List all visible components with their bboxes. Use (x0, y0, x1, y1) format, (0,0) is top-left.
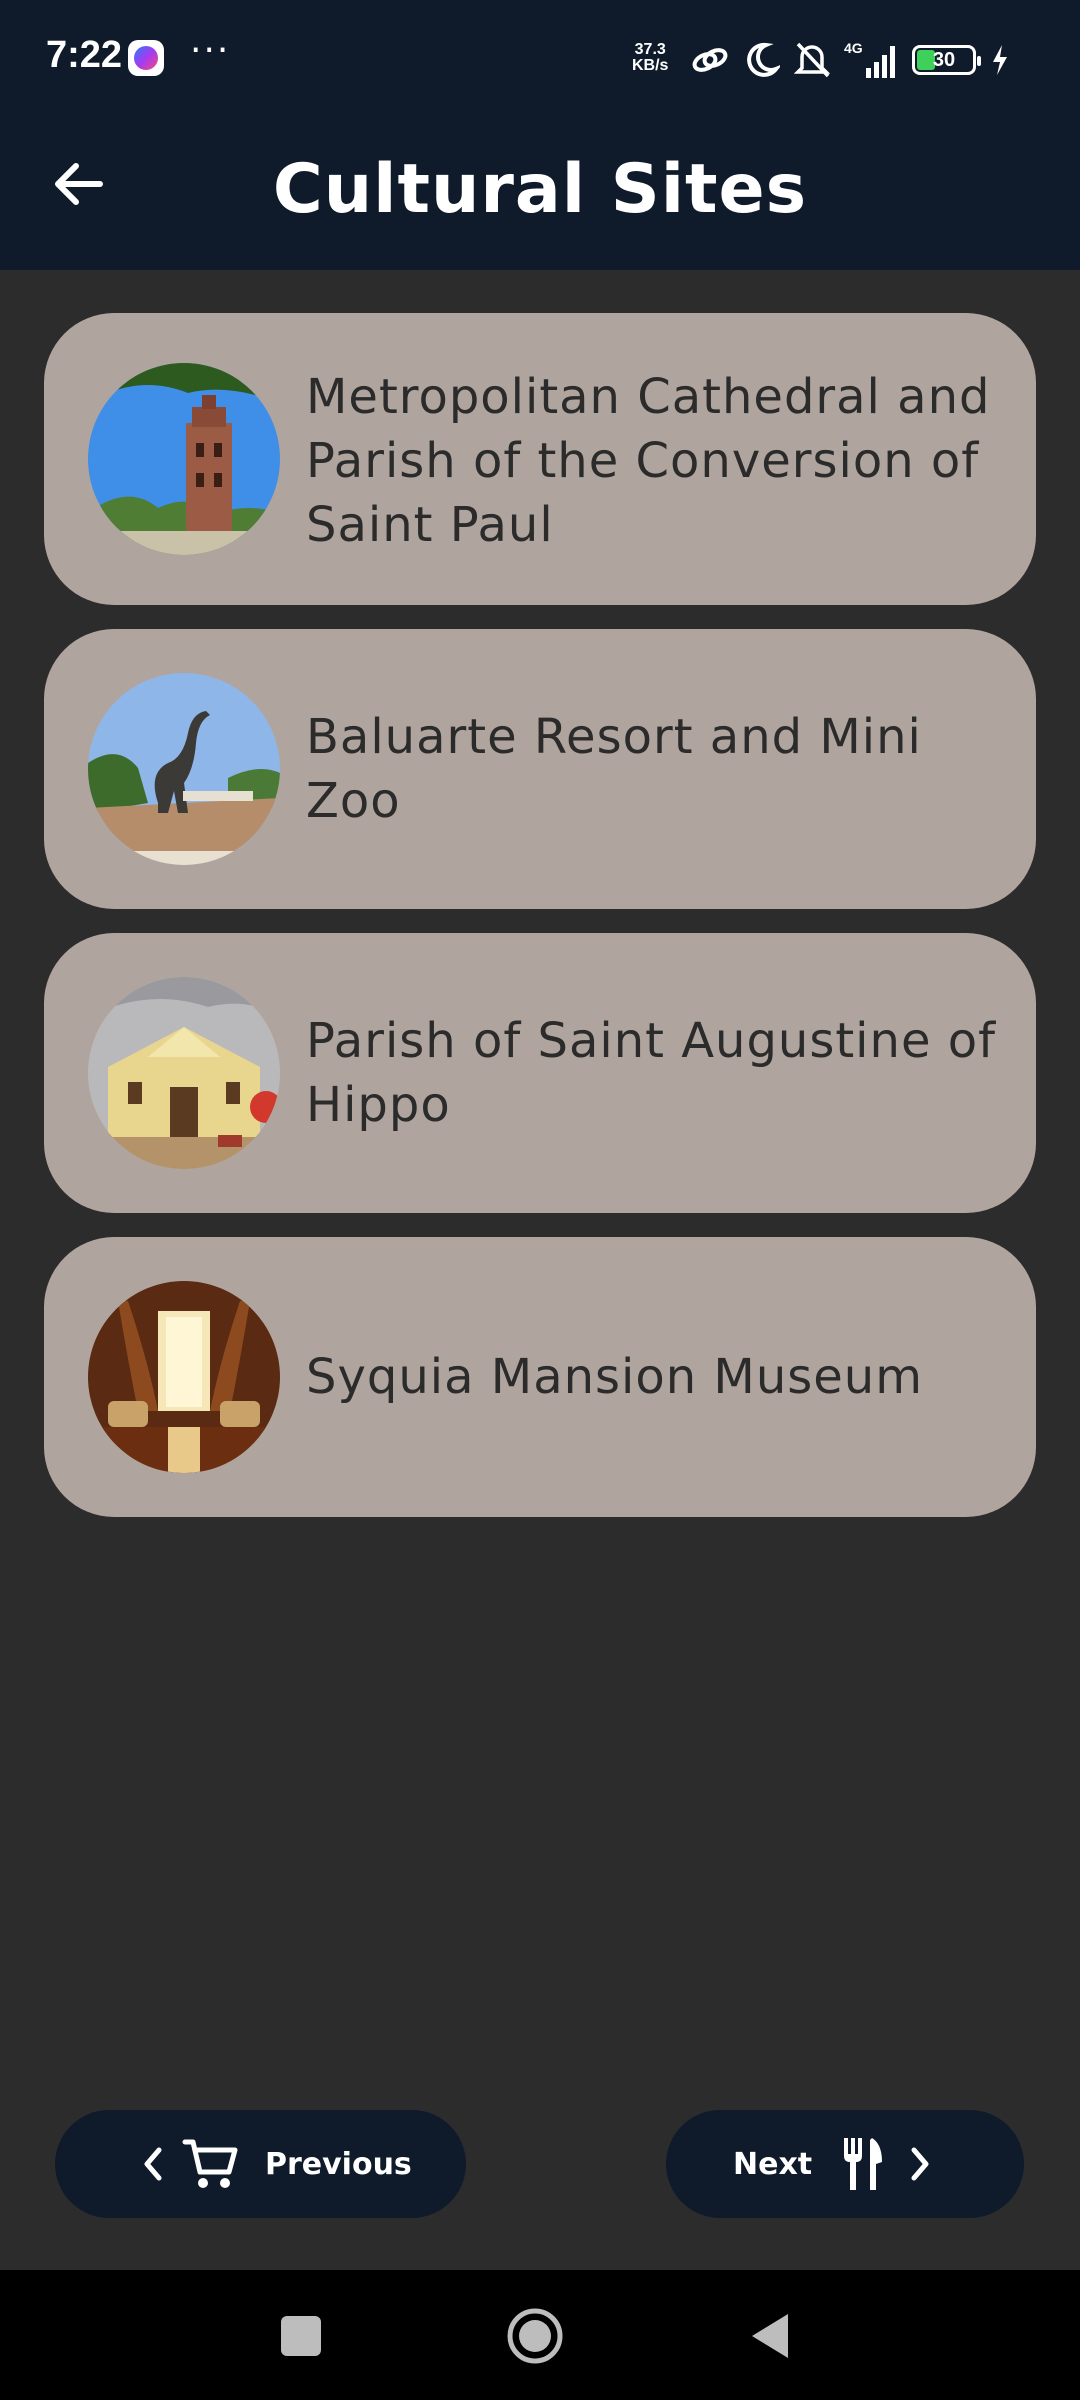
back-triangle-icon[interactable] (748, 2312, 792, 2360)
site-name: Baluarte Resort and Mini Zoo (306, 709, 922, 829)
site-name: Syquia Mansion Museum (306, 1349, 923, 1405)
utensils-icon (844, 2138, 883, 2190)
status-time: 7:22 (46, 34, 123, 76)
mansion-interior-photo (88, 1281, 280, 1473)
dinosaur-statue-photo (88, 673, 280, 865)
status-bar: 7:22 ··· 37.3 KB/s 4G 30 (0, 0, 1080, 120)
previous-label: Previous (265, 2146, 412, 2182)
chevron-left-icon (144, 2147, 162, 2181)
site-card-metropolitan-cathedral[interactable]: Metropolitan Cathedral and Parish of the… (44, 313, 1036, 605)
page-title: Cultural Sites (272, 150, 808, 229)
messenger-icon (128, 40, 164, 76)
battery-icon: 30 (912, 45, 981, 75)
site-card-baluarte-resort[interactable]: Baluarte Resort and Mini Zoo (44, 629, 1036, 909)
network-speed: 37.3 KB/s (632, 42, 668, 74)
battery-level: 30 (932, 48, 956, 71)
system-nav-bar (0, 2270, 1080, 2400)
network-speed-value: 37.3 (634, 41, 666, 58)
site-name: Parish of Saint Augustine of Hippo (306, 1013, 996, 1133)
shopping-cart-icon (182, 2139, 238, 2188)
moon-icon (747, 42, 780, 77)
church-facade-photo (88, 977, 280, 1169)
more-dots-icon: ··· (190, 30, 231, 71)
chevron-right-icon (911, 2147, 929, 2181)
site-card-saint-augustine[interactable]: Parish of Saint Augustine of Hippo (44, 933, 1036, 1213)
app-bar: Cultural Sites (0, 120, 1080, 270)
network-speed-unit: KB/s (632, 57, 669, 74)
previous-button[interactable]: Previous (55, 2110, 466, 2218)
next-label: Next (733, 2146, 813, 2182)
home-circle-icon[interactable] (505, 2306, 565, 2366)
recents-square-icon[interactable] (279, 2314, 323, 2358)
next-button[interactable]: Next (666, 2110, 1024, 2218)
signal-icon: 4G (844, 40, 898, 80)
charging-icon (993, 45, 1007, 75)
bell-tower-photo (88, 363, 280, 555)
site-card-syquia-mansion[interactable]: Syquia Mansion Museum (44, 1237, 1036, 1517)
status-icons: 4G 30 (690, 38, 1010, 82)
site-name: Metropolitan Cathedral and Parish of the… (306, 369, 991, 553)
link-icon (692, 48, 728, 72)
bell-off-icon (794, 42, 830, 78)
